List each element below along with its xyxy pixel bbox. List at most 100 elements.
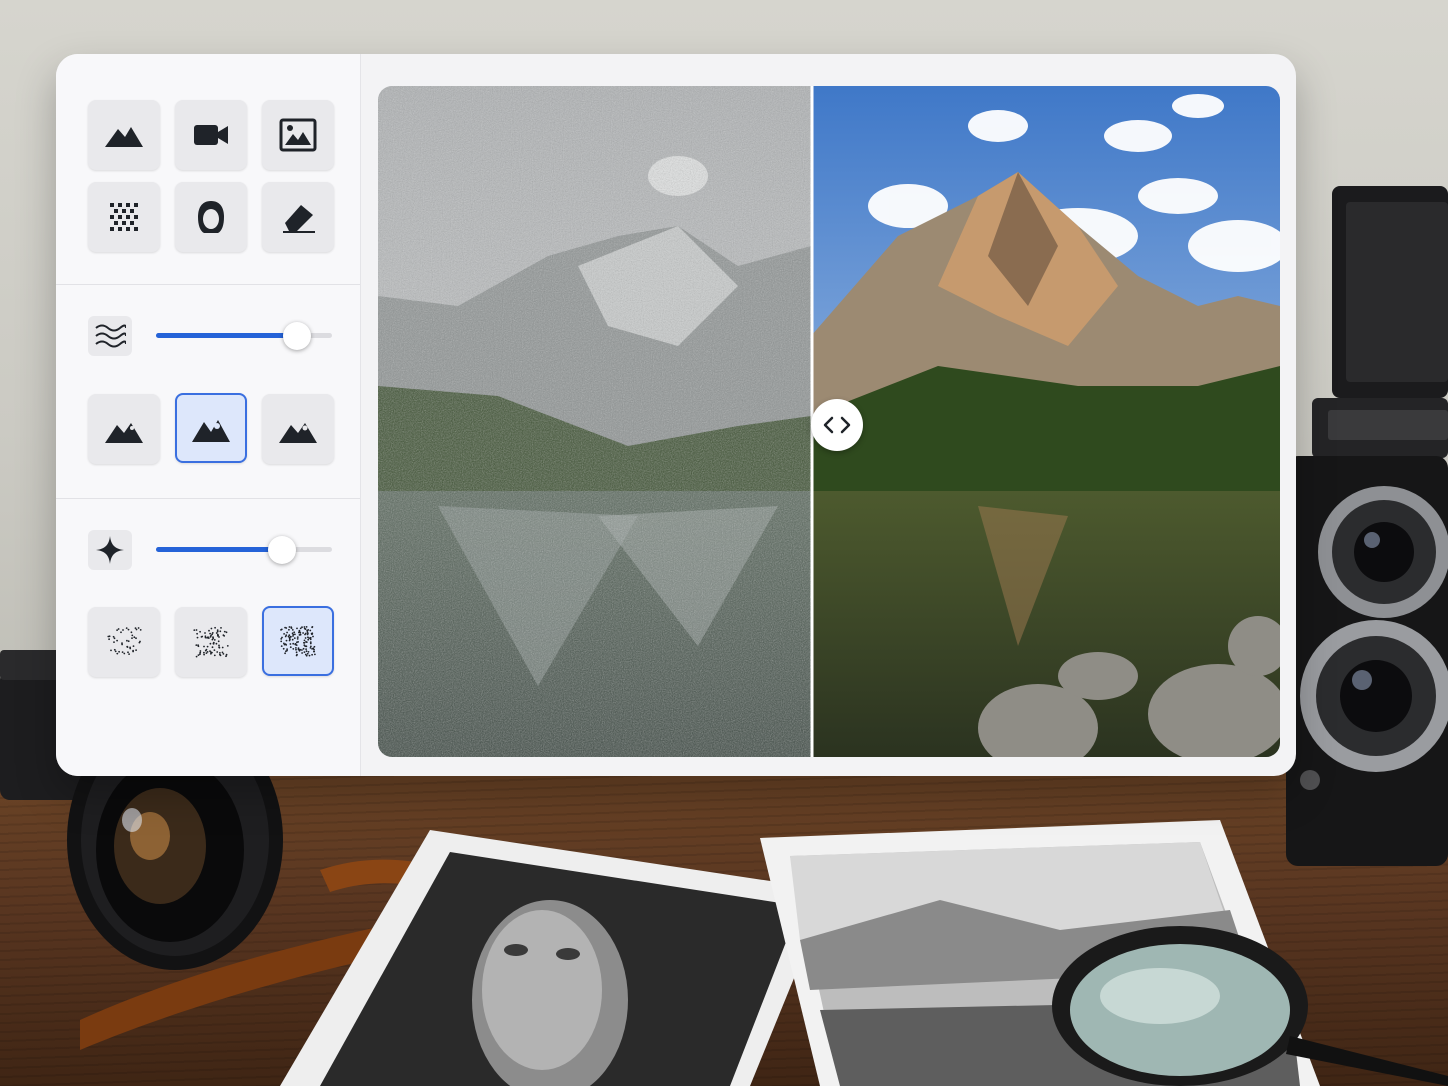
grain-dot [197, 644, 199, 647]
grain-dot [112, 635, 115, 638]
grain-dot [304, 628, 307, 630]
grain-heavy-icon [280, 626, 316, 657]
grain-dot [311, 648, 313, 650]
grain-dot [116, 652, 119, 655]
grain-dot [217, 640, 220, 643]
grain-dot [113, 641, 115, 643]
compare-handle[interactable] [811, 399, 863, 451]
photo-enhancer-panel [56, 54, 1296, 776]
grain-dot [204, 632, 206, 634]
grain-dot [218, 646, 221, 649]
grain-dot [285, 639, 288, 642]
denoise-preset-high[interactable] [262, 394, 334, 464]
grain-dot [302, 647, 305, 650]
mountain-small-icon [105, 423, 143, 443]
grain-dot [284, 626, 286, 629]
grain-dot [289, 646, 292, 649]
grain-dot [127, 628, 130, 631]
grain-dot [212, 642, 215, 645]
grain-dot [305, 654, 308, 657]
magnifier-icon [1052, 926, 1448, 1086]
grain-dot [295, 651, 298, 654]
denoise-strength-label [88, 316, 132, 356]
grain-dot [221, 646, 224, 649]
tool-denoise[interactable] [88, 182, 160, 252]
tool-photo[interactable] [262, 100, 334, 170]
grain-dot [304, 633, 306, 636]
grain-dot [311, 626, 313, 629]
grain-dot [132, 650, 134, 653]
grain-dot [211, 638, 214, 641]
grain-dot [313, 645, 316, 648]
grain-dot [226, 645, 229, 647]
grain-dot [294, 643, 297, 646]
vintage-camera-icon [1286, 186, 1448, 866]
denoise-preset-low[interactable] [88, 394, 160, 464]
grain-preset-medium[interactable] [175, 607, 247, 677]
grain-dot [286, 631, 288, 634]
grain-dot [131, 637, 133, 639]
grain-dot [288, 637, 291, 640]
grain-dot [284, 643, 287, 646]
grain-dot [212, 636, 214, 639]
grain-dot [132, 645, 135, 647]
grain-dot [108, 635, 111, 638]
grain-dot [299, 648, 302, 651]
grain-dot [116, 629, 118, 631]
grain-dot [309, 642, 312, 645]
grain-dot [123, 652, 126, 655]
grain-dot [283, 642, 285, 645]
video-camera-icon [194, 125, 228, 145]
tool-video[interactable] [175, 100, 247, 170]
mountain-icon [105, 127, 143, 147]
grain-dot [213, 639, 216, 641]
grain-preset-heavy[interactable] [262, 606, 334, 676]
waves-icon [95, 324, 126, 348]
grain-dot [213, 654, 216, 657]
grain-dot [120, 631, 122, 634]
grain-dot [225, 631, 228, 634]
picture-frame-icon [279, 118, 317, 152]
grain-dot [133, 636, 136, 639]
grain-dot [296, 638, 299, 640]
grain-dot [307, 638, 310, 641]
grain-dot [309, 638, 312, 641]
grain-medium-icon [193, 626, 229, 658]
grain-dot [131, 634, 134, 637]
grain-dot [121, 642, 123, 645]
grain-dot [114, 650, 117, 653]
tool-landscape[interactable] [88, 100, 160, 170]
grain-dot [193, 629, 196, 631]
denoise-preset-medium[interactable] [175, 393, 247, 463]
grain-dot [222, 653, 225, 655]
before-after-compare[interactable] [378, 86, 1280, 757]
grain-dot [304, 645, 307, 648]
grain-dot [312, 635, 314, 638]
grain-dot [288, 639, 291, 642]
grain-dot [201, 635, 204, 638]
grain-dot [295, 648, 297, 651]
denoise-slider-fill [156, 333, 297, 338]
grain-dot [284, 635, 287, 638]
grain-dot [195, 629, 198, 631]
grain-dot [313, 648, 315, 651]
grain-dot [216, 635, 219, 637]
grain-dot [287, 635, 290, 638]
tool-eraser[interactable] [262, 182, 334, 252]
grain-dot [292, 648, 295, 650]
grain-dot [209, 642, 212, 645]
grain-dot [199, 650, 202, 652]
grain-dot [207, 637, 210, 639]
denoise-slider[interactable] [156, 322, 332, 350]
grain-dot [311, 632, 314, 635]
tool-portrait[interactable] [175, 182, 247, 252]
grain-preset-light[interactable] [88, 607, 160, 677]
grain-dot [293, 637, 296, 639]
grain-dot [218, 644, 220, 647]
grain-dot [205, 648, 208, 651]
grain-dot [206, 637, 208, 639]
grain-slider-thumb[interactable] [268, 536, 296, 564]
grain-dot [204, 635, 207, 638]
grain-slider[interactable] [156, 536, 332, 564]
denoise-slider-thumb[interactable] [283, 322, 311, 350]
